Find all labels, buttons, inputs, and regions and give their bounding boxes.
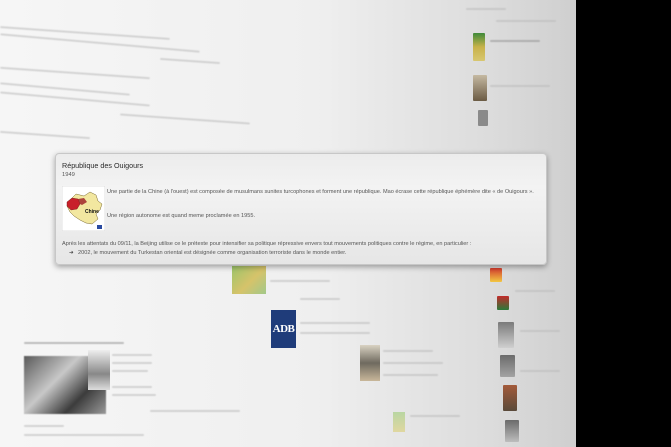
arrow-right-icon: ➜ xyxy=(69,250,74,256)
popup-title: République des Ouigours xyxy=(62,161,144,170)
background-thumbnail xyxy=(503,385,517,411)
background-text-line xyxy=(24,425,64,427)
background-text-line xyxy=(300,322,370,324)
background-thumbnail xyxy=(473,75,487,101)
background-thumbnail xyxy=(497,296,509,310)
background-text-line xyxy=(112,354,152,356)
background-text-line xyxy=(270,280,330,282)
background-thumbnail xyxy=(498,322,514,348)
background-text-line xyxy=(24,434,144,436)
background-map-thumbnail xyxy=(393,412,405,432)
background-text-line xyxy=(520,330,560,332)
background-text-line xyxy=(383,362,443,364)
china-map-thumbnail[interactable]: Chine xyxy=(62,186,105,231)
background-text-line xyxy=(112,362,152,364)
adb-logo: ADB xyxy=(271,310,296,348)
background-thumbnail xyxy=(500,355,515,377)
popup-paragraph: Une région autonome est quand meme procl… xyxy=(107,213,256,219)
background-thumbnail xyxy=(473,33,485,61)
popup-paragraph: Après les attentats du 09/11, la Beijing… xyxy=(62,241,472,247)
background-text-line xyxy=(515,290,555,292)
background-text-line xyxy=(160,57,220,65)
background-text-line xyxy=(490,40,540,42)
background-text-line xyxy=(112,386,152,388)
background-text-line xyxy=(520,370,560,372)
background-text-line xyxy=(0,130,90,140)
background-thumbnail xyxy=(490,268,502,282)
popup-list-item: ➜ 2002, le mouvement du Turkestan orienta… xyxy=(69,250,346,256)
popup-list-text: 2002, le mouvement du Turkestan oriental… xyxy=(78,250,347,256)
background-map-thumbnail xyxy=(232,266,266,294)
background-text-line xyxy=(466,8,506,10)
background-text-line xyxy=(0,66,150,80)
background-photo xyxy=(360,345,380,381)
background-heading xyxy=(24,342,124,344)
background-thumbnail xyxy=(505,420,519,442)
background-text-line xyxy=(112,370,148,372)
background-text-line xyxy=(150,410,240,412)
background-text-line xyxy=(0,33,200,53)
event-popup-card[interactable]: République des Ouigours 1949 Chine Une p… xyxy=(55,153,547,265)
background-text-line xyxy=(120,113,250,125)
background-text-line xyxy=(0,26,170,40)
background-text-line xyxy=(410,415,460,417)
background-text-line xyxy=(300,332,370,334)
popup-year: 1949 xyxy=(62,172,75,178)
background-text-line xyxy=(300,298,340,300)
background-photo xyxy=(88,350,110,390)
background-text-line xyxy=(490,85,550,87)
background-text-line xyxy=(112,394,156,396)
popup-paragraph: Une partie de la Chine (à l'ouest) est c… xyxy=(107,189,534,195)
background-text-line xyxy=(383,374,438,376)
map-label: Chine xyxy=(85,209,99,215)
background-thumbnail xyxy=(478,110,488,126)
background-text-line xyxy=(496,20,556,22)
background-text-line xyxy=(383,350,433,352)
